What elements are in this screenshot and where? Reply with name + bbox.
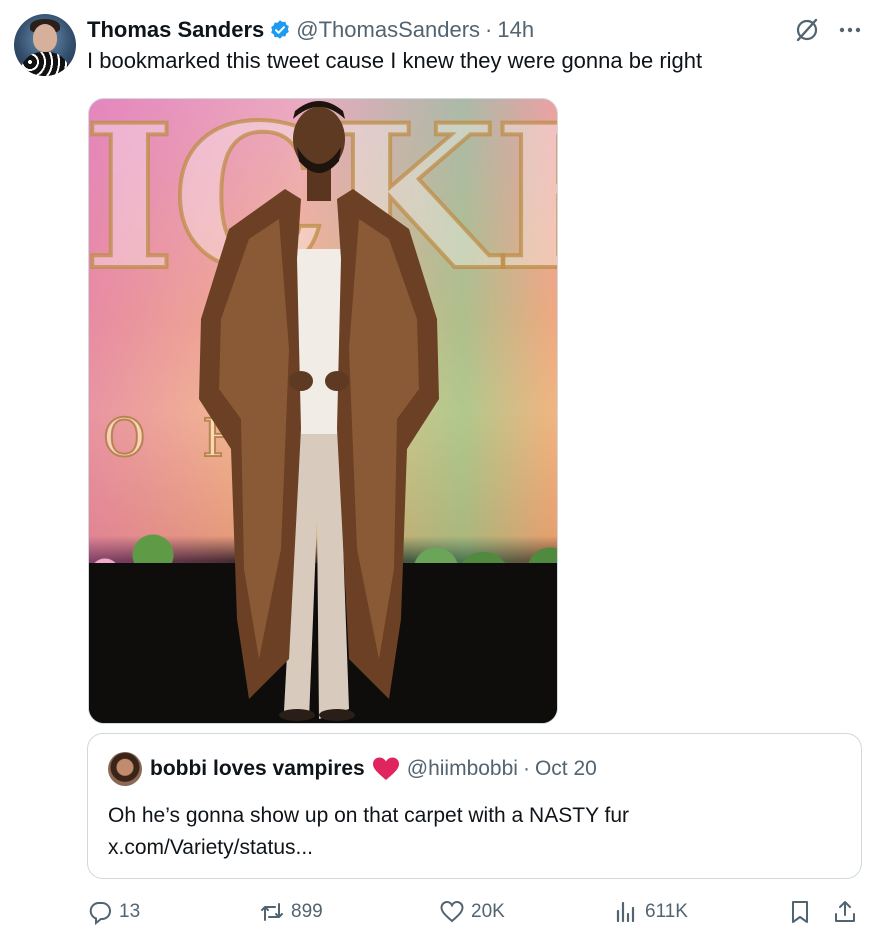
share-upload-icon <box>835 901 855 922</box>
quoted-tweet-body: Oh he’s gonna show up on that carpet wit… <box>108 800 838 864</box>
quoted-author-avatar <box>108 752 142 786</box>
quoted-header-separator: · <box>522 757 530 780</box>
views-chart-icon <box>616 901 635 923</box>
views-button[interactable]: 611K <box>613 896 688 928</box>
verified-badge-icon <box>269 19 291 41</box>
quoted-tweet-date: Oct 20 <box>534 757 597 780</box>
repost-count: 899 <box>291 901 323 922</box>
action-bar: 13 899 20K 611K <box>87 896 862 928</box>
reply-button[interactable]: 13 <box>87 896 140 928</box>
author-display-name[interactable]: Thomas Sanders <box>87 17 264 43</box>
views-count: 611K <box>645 901 688 922</box>
quoted-tweet-header: bobbi loves vampires @hiimbobbi · Oct 20 <box>108 752 597 786</box>
quoted-author-handle: @hiimbobbi <box>406 757 518 780</box>
repost-icon <box>261 903 283 921</box>
quoted-tweet[interactable]: bobbi loves vampires @hiimbobbi · Oct 20… <box>87 733 862 879</box>
tweet-timestamp[interactable]: 14h <box>497 17 534 43</box>
tweet-photo[interactable]: ICKED O F D <box>88 98 558 724</box>
bookmark-icon <box>792 901 808 923</box>
like-count: 20K <box>471 901 505 922</box>
like-button[interactable]: 20K <box>439 896 505 928</box>
quoted-author-display-name: bobbi loves vampires <box>150 757 365 780</box>
person-in-fur-coat <box>199 101 439 721</box>
bookmark-button[interactable] <box>787 896 813 928</box>
like-heart-icon <box>440 900 464 923</box>
author-avatar[interactable] <box>14 14 76 76</box>
tweet: Thomas Sanders @ThomasSanders · 14h I bo… <box>0 0 880 942</box>
header-separator: · <box>485 17 493 42</box>
more-options-icon[interactable] <box>836 18 864 42</box>
reply-icon <box>89 902 111 925</box>
red-heart-emoji-icon <box>371 756 401 782</box>
grok-icon[interactable] <box>793 16 821 44</box>
tweet-text: I bookmarked this tweet cause I knew the… <box>87 48 703 73</box>
author-handle[interactable]: @ThomasSanders <box>296 17 480 43</box>
reply-count: 13 <box>119 901 141 922</box>
tweet-header: Thomas Sanders @ThomasSanders · 14h <box>87 14 534 46</box>
quoted-tweet-link[interactable]: x.com/Variety/status... <box>108 832 838 864</box>
quoted-tweet-text: Oh he’s gonna show up on that carpet wit… <box>108 804 630 827</box>
share-button[interactable] <box>832 896 858 928</box>
repost-button[interactable]: 899 <box>259 896 323 928</box>
